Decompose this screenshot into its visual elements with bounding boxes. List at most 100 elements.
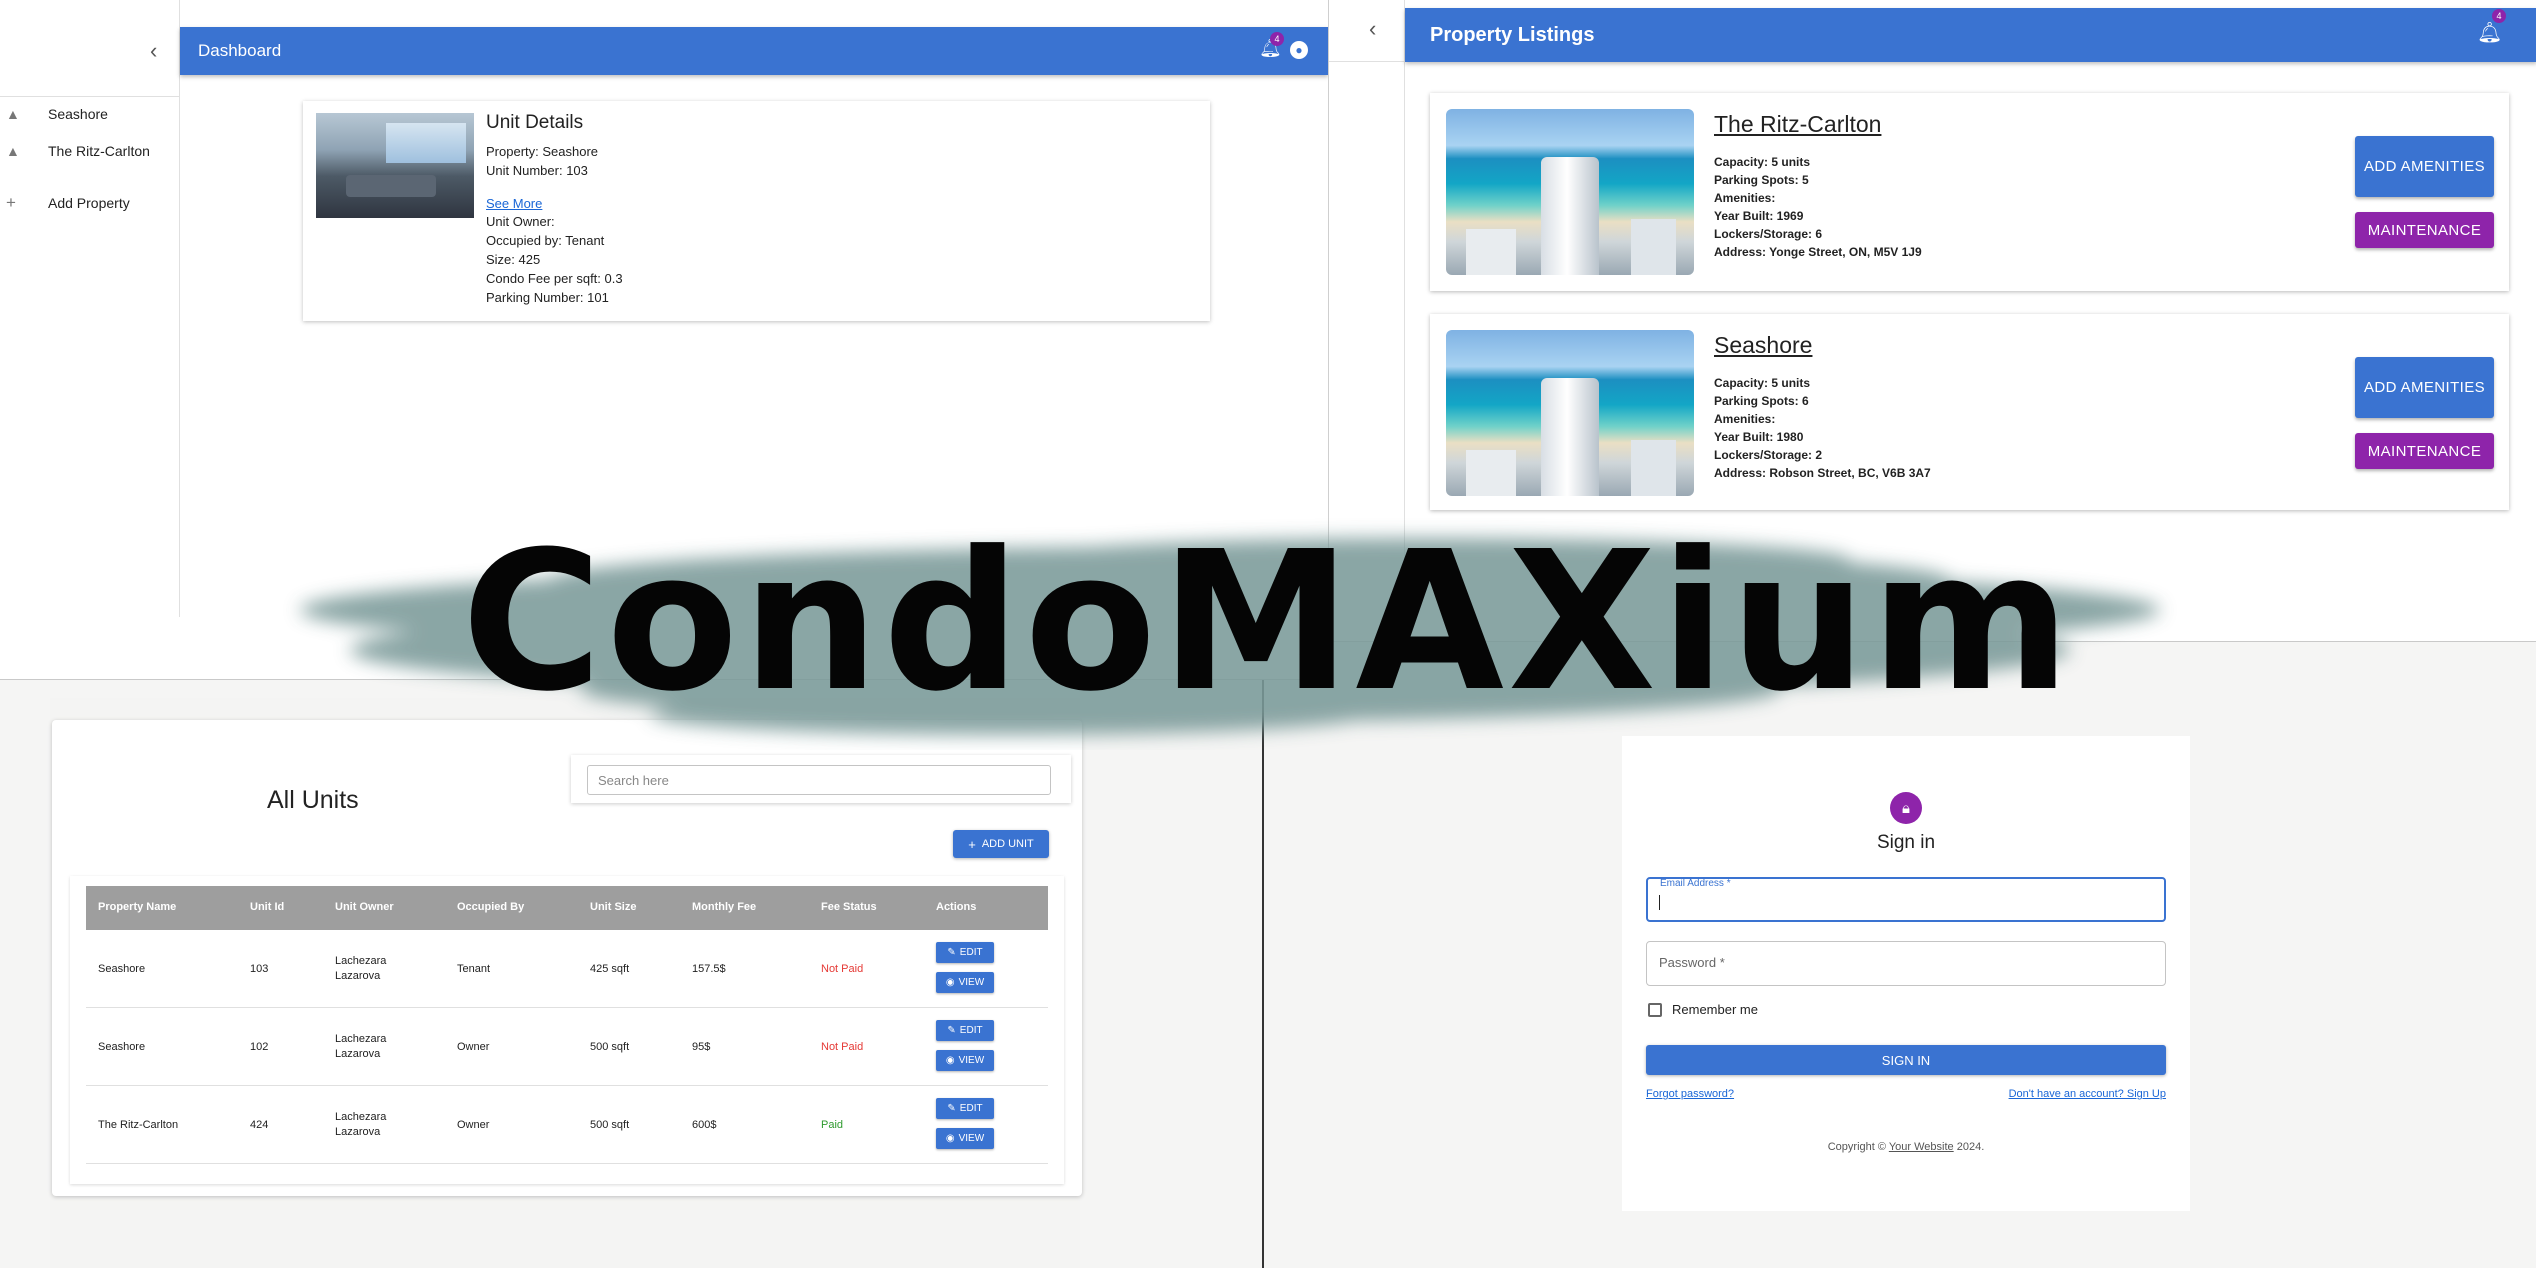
cell-fee: 95$: [692, 1041, 711, 1053]
view-button[interactable]: ◉ VIEW: [936, 1050, 994, 1071]
table-row: Seashore 103 Lachezara Lazarova Tenant 4…: [86, 930, 1048, 1008]
drawer-header: ‹: [0, 0, 179, 97]
edit-button[interactable]: ✎ EDIT: [936, 1020, 994, 1041]
unit-size: Size: 425: [486, 252, 541, 267]
password-field[interactable]: Password *: [1646, 941, 2166, 986]
button-label: ADD AMENITIES: [2363, 378, 2486, 396]
property-amenities: Amenities:: [1714, 191, 1776, 205]
cell-fee-status: Paid: [821, 1119, 844, 1131]
eye-icon: ◉: [945, 1133, 955, 1144]
sign-in-button[interactable]: SIGN IN: [1646, 1045, 2166, 1075]
maintenance-button[interactable]: MAINTENANCE: [2355, 433, 2494, 469]
add-amenities-button[interactable]: ADD AMENITIES: [2355, 136, 2494, 197]
buildings-icon: ▲: [6, 143, 20, 159]
property-lockers: Lockers/Storage: 6: [1714, 227, 1823, 241]
sign-in-title: Sign in: [1876, 832, 1936, 853]
chevron-left-icon[interactable]: ‹: [1369, 16, 1376, 42]
property-year: Year Built: 1980: [1714, 430, 1804, 444]
property-card: Seashore Capacity: 5 units Parking Spots…: [1430, 314, 2509, 510]
sidebar-item-label: The Ritz-Carlton: [48, 143, 150, 159]
column-header: Monthly Fee: [692, 901, 757, 913]
cell-fee: 600$: [692, 1119, 717, 1131]
sign-in-panel: 🔒︎ Sign in Email Address * Password * Re…: [1622, 736, 2190, 1211]
button-label: VIEW: [958, 977, 985, 988]
maintenance-button[interactable]: MAINTENANCE: [2355, 212, 2494, 248]
sidebar-item-label: Add Property: [48, 195, 130, 211]
brand-logo: CondoMAXium: [461, 511, 2075, 734]
add-amenities-button[interactable]: ADD AMENITIES: [2355, 357, 2494, 418]
property-name-link[interactable]: Seashore: [1714, 332, 1812, 359]
button-label: EDIT: [959, 1025, 983, 1036]
property-year: Year Built: 1969: [1714, 209, 1804, 223]
cell-property: Seashore: [98, 963, 146, 975]
lock-icon: 🔒︎: [1890, 792, 1922, 824]
buildings-icon: ▲: [6, 106, 20, 122]
table-row: Seashore 102 Lachezara Lazarova Owner 50…: [86, 1008, 1048, 1086]
eye-icon: ◉: [945, 1055, 955, 1066]
account-icon[interactable]: ●: [1290, 41, 1308, 59]
unit-property: Property: Seashore: [486, 144, 599, 159]
view-button[interactable]: ◉ VIEW: [936, 972, 994, 993]
button-label: EDIT: [959, 1103, 983, 1114]
cell-unit-id: 424: [250, 1119, 269, 1131]
chevron-left-icon[interactable]: ‹: [150, 38, 157, 64]
notifications-icon[interactable]: 🔔︎: [2477, 20, 2502, 45]
notification-badge: 4: [2492, 9, 2506, 23]
cell-unit-id: 103: [250, 963, 269, 975]
forgot-password-link[interactable]: Forgot password?: [1646, 1088, 1734, 1100]
property-address: Address: Robson Street, BC, V6B 3A7: [1714, 466, 1931, 480]
button-label: MAINTENANCE: [2367, 442, 2482, 460]
app-bar: Property Listings: [1405, 8, 2536, 62]
search-input[interactable]: Search here: [587, 765, 1051, 795]
property-lockers: Lockers/Storage: 2: [1714, 448, 1823, 462]
sidebar-item-seashore[interactable]: ▲ Seashore: [0, 99, 180, 129]
cell-fee-status: Not Paid: [821, 963, 864, 975]
unit-details-card: Unit Details Property: Seashore Unit Num…: [303, 101, 1210, 321]
unit-owner: Unit Owner:: [486, 214, 555, 229]
cell-owner-last: Lazarova: [335, 970, 381, 982]
website-link[interactable]: Your Website: [1889, 1141, 1954, 1153]
notification-badge: 4: [1270, 32, 1284, 46]
button-label: EDIT: [959, 947, 983, 958]
copyright-year: 2024.: [1956, 1141, 1985, 1153]
column-header: Property Name: [98, 901, 177, 913]
property-name-link[interactable]: The Ritz-Carlton: [1714, 111, 1881, 138]
cell-size: 500 sqft: [590, 1119, 630, 1131]
app-bar: Dashboard: [180, 27, 1328, 75]
cell-owner-first: Lachezara: [335, 1111, 387, 1123]
cell-property: Seashore: [98, 1041, 146, 1053]
pencil-icon: ✎: [947, 1025, 956, 1036]
page-title: Property Listings: [1430, 23, 1595, 46]
button-label: VIEW: [958, 1133, 985, 1144]
cell-size: 500 sqft: [590, 1041, 630, 1053]
column-header: Unit Owner: [335, 901, 394, 913]
add-unit-button[interactable]: + ADD UNIT: [953, 830, 1049, 858]
unit-condo-fee: Condo Fee per sqft: 0.3: [486, 271, 623, 286]
cell-owner-last: Lazarova: [335, 1126, 381, 1138]
remember-me-checkbox[interactable]: Remember me: [1646, 1002, 1758, 1017]
all-units-screen: All Units Search here + ADD UNIT Propert…: [0, 680, 1262, 1268]
cell-fee-status: Not Paid: [821, 1041, 864, 1053]
units-card: All Units Search here + ADD UNIT Propert…: [52, 720, 1082, 1196]
edit-button[interactable]: ✎ EDIT: [936, 942, 994, 963]
cell-unit-id: 102: [250, 1041, 269, 1053]
cell-owner-first: Lachezara: [335, 955, 387, 967]
column-header: Unit Size: [590, 901, 637, 913]
cell-owner-first: Lachezara: [335, 1033, 387, 1045]
search-container: Search here: [571, 755, 1071, 803]
checkbox-icon: [1648, 1002, 1662, 1017]
property-address: Address: Yonge Street, ON, M5V 1J9: [1714, 245, 1922, 259]
view-button[interactable]: ◉ VIEW: [936, 1128, 994, 1149]
email-field[interactable]: Email Address *: [1646, 877, 2166, 922]
table-header: Property Name Unit Id Unit Owner Occupie…: [86, 886, 1048, 930]
sidebar-item-ritz-carlton[interactable]: ▲ The Ritz-Carlton: [0, 136, 180, 166]
sidebar-item-add-property[interactable]: + Add Property: [0, 188, 180, 218]
see-more-link[interactable]: See More: [486, 196, 542, 211]
unit-number: Unit Number: 103: [486, 163, 588, 178]
cell-property: The Ritz-Carlton: [98, 1119, 179, 1131]
sign-up-link[interactable]: Don't have an account? Sign Up: [2009, 1088, 2166, 1100]
column-header: Unit Id: [250, 901, 285, 913]
card-title: Unit Details: [486, 112, 584, 133]
property-card: The Ritz-Carlton Capacity: 5 units Parki…: [1430, 93, 2509, 291]
edit-button[interactable]: ✎ EDIT: [936, 1098, 994, 1119]
